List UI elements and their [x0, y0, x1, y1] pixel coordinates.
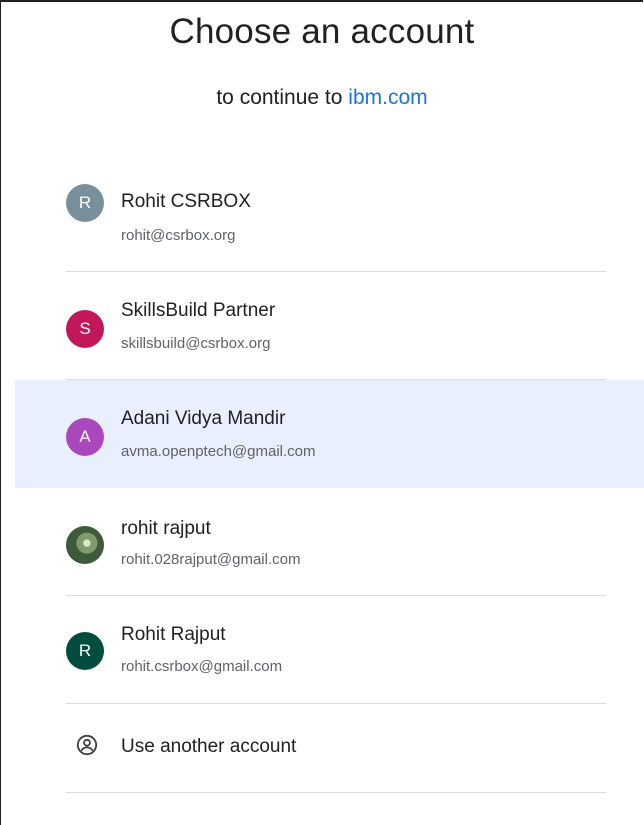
account-avatar: R — [66, 184, 104, 222]
account-name: SkillsBuild Partner — [121, 300, 276, 321]
row-divider — [66, 703, 606, 704]
profile-photo-avatar — [66, 526, 104, 564]
account-row-adani-vidya-mandir[interactable]: A Adani Vidya Mandir avma.openptech@gmai… — [15, 380, 644, 488]
account-avatar: R — [66, 632, 104, 670]
use-another-account-label: Use another account — [121, 736, 297, 757]
page-subtitle: to continue to ibm.com — [0, 86, 644, 110]
service-link[interactable]: ibm.com — [348, 86, 427, 109]
account-row-rohit-csrbox[interactable]: R Rohit CSRBOX rohit@csrbox.org — [0, 164, 644, 272]
account-circle-icon — [76, 734, 98, 756]
account-avatar: A — [66, 418, 104, 456]
page-title: Choose an account — [169, 12, 475, 51]
account-email: rohit.028rajput@gmail.com — [121, 551, 301, 568]
subtitle-prefix: to continue to — [216, 86, 343, 109]
account-email: skillsbuild@csrbox.org — [121, 335, 271, 352]
account-name: Rohit CSRBOX — [121, 191, 251, 212]
account-row-rohit-rajput-csrbox[interactable]: R Rohit Rajput rohit.csrbox@gmail.com — [0, 596, 644, 704]
account-name: Adani Vidya Mandir — [121, 408, 286, 429]
account-row-rohit-rajput-personal[interactable]: rohit rajput rohit.028rajput@gmail.com — [0, 488, 644, 596]
account-email: rohit@csrbox.org — [121, 227, 236, 244]
account-name: Rohit Rajput — [121, 624, 226, 645]
account-avatar: S — [66, 310, 104, 348]
bottom-divider — [66, 792, 606, 793]
account-email: avma.openptech@gmail.com — [121, 443, 316, 460]
account-name: rohit rajput — [121, 518, 211, 539]
account-email: rohit.csrbox@gmail.com — [121, 658, 283, 675]
account-row-skillsbuild-partner[interactable]: S SkillsBuild Partner skillsbuild@csrbox… — [0, 272, 644, 380]
